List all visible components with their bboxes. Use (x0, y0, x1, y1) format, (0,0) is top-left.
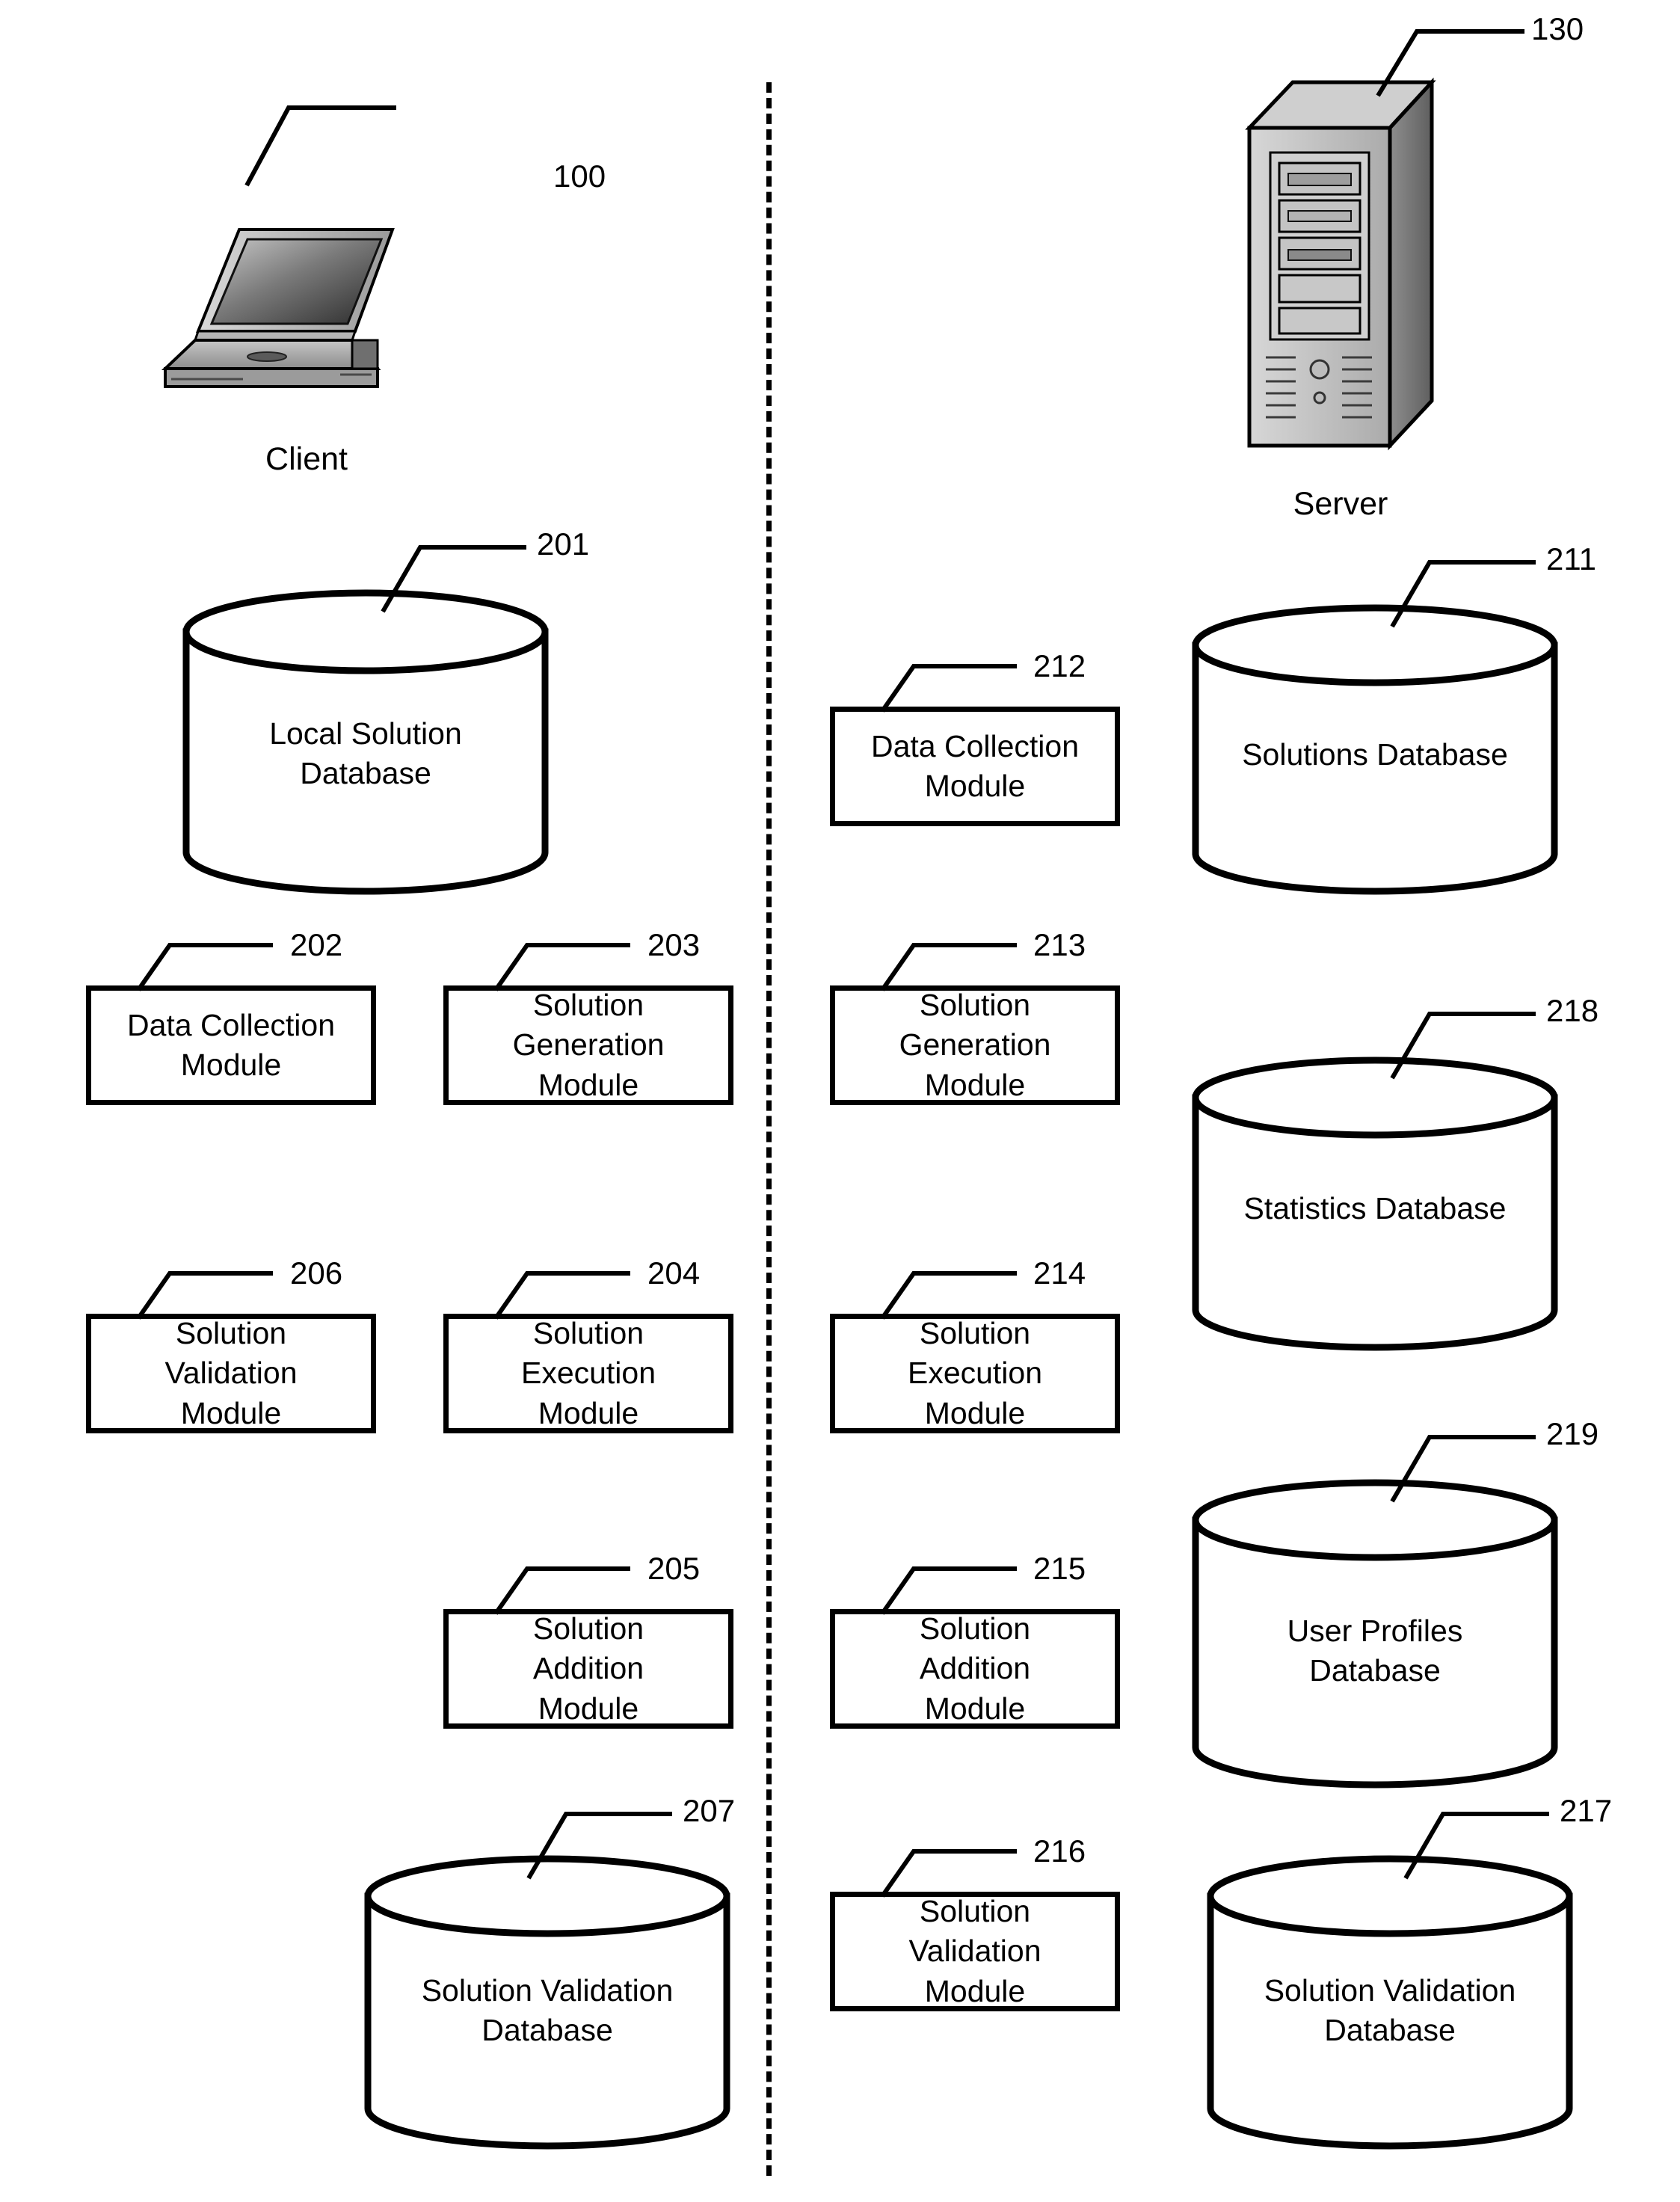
ref-number-204: 204 (647, 1255, 701, 1291)
module-solution-validation-server-label: Solution Validation Module (908, 1894, 1041, 2008)
module-data-collection-client-label: Data Collection Module (126, 1007, 336, 1082)
module-solution-generation-server-label: Solution Generation Module (899, 988, 1051, 1102)
ref-number-219: 219 (1546, 1416, 1599, 1451)
module-solution-generation-server: Solution Generation Module (830, 985, 1120, 1105)
db-statistics-database-label: Statistics Database (1243, 1191, 1507, 1225)
ref-number-201: 201 (537, 526, 590, 562)
module-solution-execution-server-label: Solution Execution Module (907, 1316, 1043, 1430)
ref-number-207: 207 (683, 1793, 736, 1828)
module-solution-execution-client-label: Solution Execution Module (520, 1316, 656, 1430)
module-data-collection-server: Data Collection Module (830, 707, 1120, 826)
laptop-icon (153, 221, 452, 408)
module-data-collection-server-label: Data Collection Module (870, 728, 1080, 803)
module-solution-validation-client: Solution Validation Module (86, 1314, 376, 1433)
ref-number-206: 206 (290, 1255, 343, 1291)
db-solution-validation-client-label: Solution Validation Database (421, 1973, 674, 2048)
ref-number-216: 216 (1033, 1833, 1086, 1869)
db-solution-validation-server: Solution Validation Database (1204, 1853, 1576, 2152)
ref-number-202: 202 (290, 927, 343, 962)
db-solution-validation-client: Solution Validation Database (361, 1853, 733, 2152)
ref-number-217: 217 (1560, 1793, 1613, 1828)
client-server-divider (766, 82, 772, 2176)
module-solution-validation-server: Solution Validation Module (830, 1892, 1120, 2011)
ref-number-218: 218 (1546, 993, 1599, 1028)
ref-number-211: 211 (1546, 541, 1596, 576)
db-solutions-database-label: Solutions Database (1242, 737, 1508, 772)
ref-number-213: 213 (1033, 927, 1086, 962)
module-solution-addition-server: Solution Addition Module (830, 1609, 1120, 1729)
server-tower-icon (1243, 72, 1438, 479)
server-caption: Server (1293, 486, 1388, 522)
ref-number-130: 130 (1531, 11, 1584, 46)
module-solution-generation-client-label: Solution Generation Module (512, 988, 665, 1102)
db-local-solution-database-label: Local Solution Database (269, 716, 462, 791)
module-solution-execution-server: Solution Execution Module (830, 1314, 1120, 1433)
module-data-collection-client: Data Collection Module (86, 985, 376, 1105)
ref-number-214: 214 (1033, 1255, 1086, 1291)
module-solution-addition-client: Solution Addition Module (443, 1609, 733, 1729)
callout-100 (244, 97, 441, 194)
module-solution-execution-client: Solution Execution Module (443, 1314, 733, 1433)
module-solution-generation-client: Solution Generation Module (443, 985, 733, 1105)
ref-number-212: 212 (1033, 648, 1086, 683)
ref-number-100: 100 (553, 159, 606, 194)
db-user-profiles-database-label: User Profiles Database (1287, 1614, 1463, 1688)
db-solutions-database: Solutions Database (1189, 602, 1561, 897)
module-solution-validation-client-label: Solution Validation Module (164, 1316, 298, 1430)
module-solution-addition-client-label: Solution Addition Module (532, 1611, 644, 1726)
client-caption: Client (265, 441, 348, 477)
db-local-solution-database: Local Solution Database (179, 587, 552, 897)
ref-number-215: 215 (1033, 1551, 1086, 1586)
ref-number-205: 205 (647, 1551, 701, 1586)
db-user-profiles-database: User Profiles Database (1189, 1477, 1561, 1791)
ref-number-203: 203 (647, 927, 701, 962)
module-solution-addition-server-label: Solution Addition Module (919, 1611, 1031, 1726)
db-statistics-database: Statistics Database (1189, 1054, 1561, 1353)
db-solution-validation-server-label: Solution Validation Database (1264, 1973, 1516, 2048)
figure-canvas: 100 Client 130 Server Local Solution Dat… (0, 0, 1680, 2202)
